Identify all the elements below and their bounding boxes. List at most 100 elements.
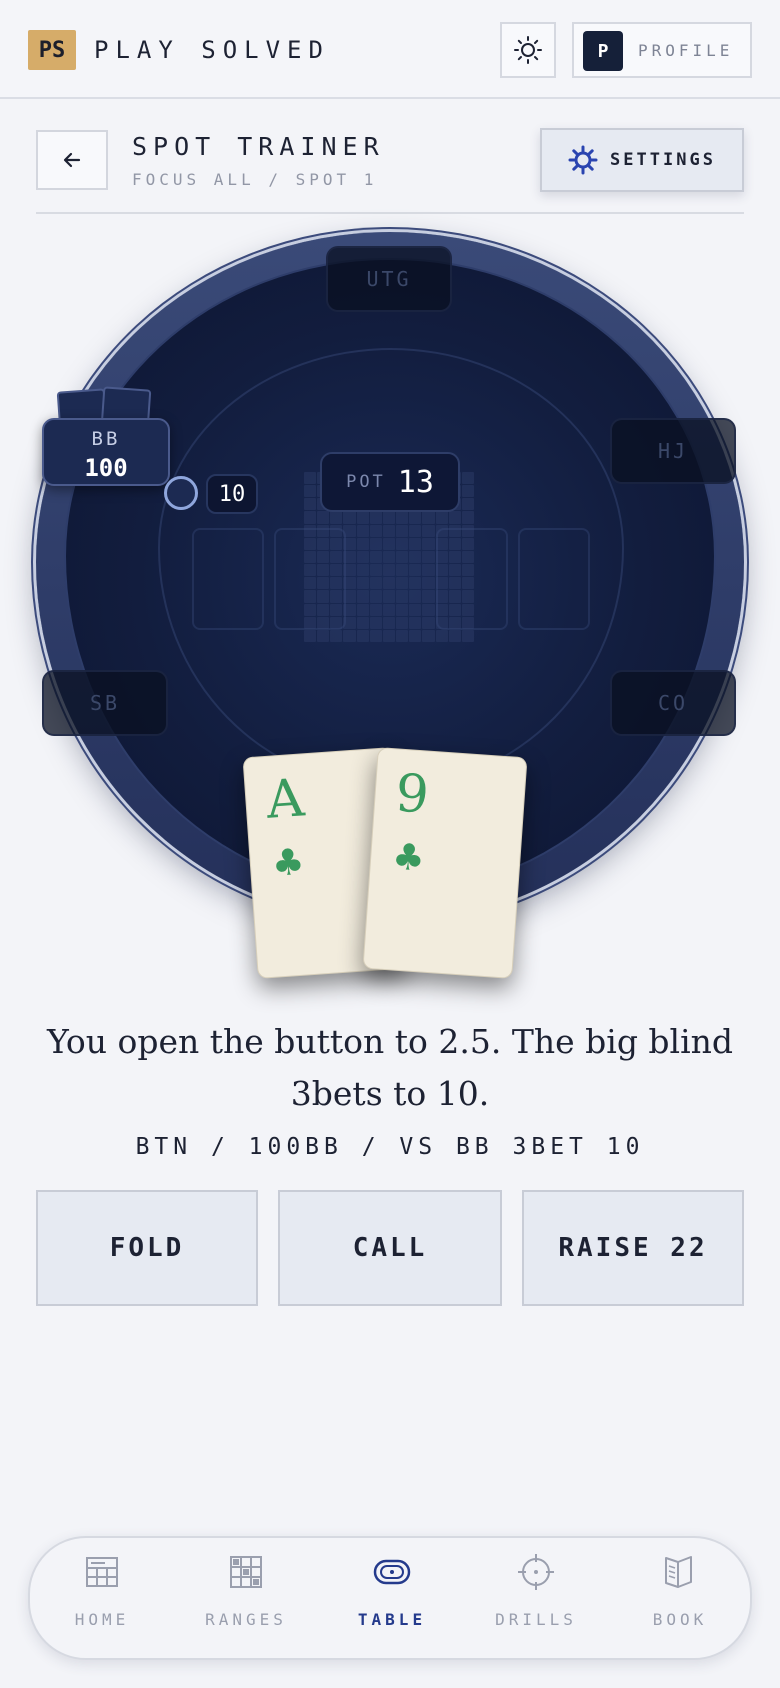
matrix-cell <box>304 472 317 485</box>
matrix-cell <box>382 590 396 603</box>
book-icon <box>665 1556 692 1588</box>
matrix-cell <box>343 629 356 642</box>
seat-hj[interactable]: HJ <box>610 418 736 484</box>
matrix-cell <box>356 577 369 590</box>
table-icon <box>373 1559 411 1585</box>
matrix-cell <box>369 511 382 524</box>
matrix-cell <box>369 629 382 642</box>
nav-home[interactable]: HOME <box>32 1552 172 1648</box>
matrix-cell <box>409 629 422 642</box>
settings-label: SETTINGS <box>610 150 716 170</box>
matrix-cell <box>356 564 369 577</box>
club-icon: ♣ <box>393 831 424 885</box>
matrix-cell <box>304 511 317 524</box>
matrix-cell <box>422 564 435 577</box>
matrix-cell <box>356 616 369 629</box>
matrix-cell <box>369 524 382 537</box>
matrix-cell <box>369 616 382 629</box>
matrix-cell <box>396 524 409 537</box>
matrix-cell <box>356 537 369 550</box>
pot-display: POT 13 <box>320 452 460 512</box>
matrix-cell <box>422 590 435 603</box>
seat-bb[interactable]: BB 100 <box>42 418 170 486</box>
club-icon: ♣ <box>273 836 304 890</box>
matrix-cell <box>382 524 396 537</box>
seat-sb[interactable]: SB <box>42 670 168 736</box>
matrix-cell <box>448 629 461 642</box>
logo[interactable]: PS <box>28 30 76 70</box>
matrix-cell <box>422 616 435 629</box>
matrix-cell <box>409 577 422 590</box>
matrix-cell <box>317 511 330 524</box>
matrix-cell <box>330 629 343 642</box>
matrix-cell <box>396 550 409 564</box>
matrix-cell <box>356 603 369 616</box>
nav-ranges[interactable]: RANGES <box>176 1552 316 1648</box>
matrix-cell <box>409 564 422 577</box>
matrix-cell <box>409 616 422 629</box>
nav-book-label: BOOK <box>652 1610 708 1629</box>
seat-co[interactable]: CO <box>610 670 736 736</box>
seat-utg[interactable]: UTG <box>326 246 452 312</box>
matrix-cell <box>382 603 396 616</box>
matrix-cell <box>369 590 382 603</box>
matrix-cell <box>369 564 382 577</box>
bottom-nav: HOME RANGES TABLE DRILLS BOOK <box>28 1536 752 1660</box>
board-slot <box>192 528 264 630</box>
matrix-cell <box>409 550 422 564</box>
pot-label: POT <box>346 472 386 492</box>
matrix-cell <box>382 577 396 590</box>
matrix-cell <box>396 603 409 616</box>
matrix-cell <box>409 603 422 616</box>
matrix-cell <box>461 511 474 524</box>
matrix-cell <box>422 603 435 616</box>
matrix-cell <box>356 629 369 642</box>
matrix-cell <box>448 511 461 524</box>
page-subtitle: FOCUS ALL / SPOT 1 <box>132 170 378 189</box>
sun-icon <box>514 36 542 64</box>
matrix-cell <box>356 590 369 603</box>
matrix-cell <box>396 511 409 524</box>
crosshair-icon <box>518 1554 554 1590</box>
raise-button[interactable]: RAISE 22 <box>522 1190 744 1306</box>
matrix-cell <box>317 629 330 642</box>
matrix-cell <box>369 577 382 590</box>
arrow-left-icon <box>63 152 81 168</box>
nav-table[interactable]: TABLE <box>322 1552 462 1648</box>
brand-name: PLAY SOLVED <box>94 36 330 64</box>
nav-drills-label: DRILLS <box>495 1610 577 1629</box>
nav-home-label: HOME <box>74 1610 130 1629</box>
nav-book[interactable]: BOOK <box>610 1552 750 1648</box>
gear-icon <box>568 145 598 175</box>
fold-button[interactable]: FOLD <box>36 1190 258 1306</box>
matrix-cell <box>422 537 435 550</box>
matrix-cell <box>461 485 474 498</box>
matrix-cell <box>422 577 435 590</box>
matrix-cell <box>409 590 422 603</box>
nav-drills[interactable]: DRILLS <box>466 1552 606 1648</box>
back-button[interactable] <box>36 130 108 190</box>
board-slot <box>436 528 508 630</box>
matrix-cell <box>435 629 448 642</box>
matrix-cell <box>382 616 396 629</box>
call-button[interactable]: CALL <box>278 1190 502 1306</box>
matrix-cell <box>343 511 356 524</box>
matrix-cell <box>330 511 343 524</box>
matrix-cell <box>435 511 448 524</box>
matrix-cell <box>382 629 396 642</box>
matrix-cell <box>304 485 317 498</box>
profile-button[interactable]: P PROFILE <box>572 22 752 78</box>
settings-button[interactable]: SETTINGS <box>540 128 744 192</box>
matrix-cell <box>369 603 382 616</box>
ranges-grid-icon <box>230 1556 262 1588</box>
nav-table-label: TABLE <box>357 1610 427 1629</box>
card-rank: A <box>264 768 307 831</box>
matrix-cell <box>409 511 422 524</box>
theme-toggle-button[interactable] <box>500 22 556 78</box>
matrix-cell <box>396 629 409 642</box>
board-slot <box>274 528 346 630</box>
top-bar: PS PLAY SOLVED P PROFILE <box>0 0 780 99</box>
seat-bb-stack: 100 <box>84 454 128 482</box>
matrix-cell <box>396 590 409 603</box>
matrix-cell <box>304 498 317 511</box>
